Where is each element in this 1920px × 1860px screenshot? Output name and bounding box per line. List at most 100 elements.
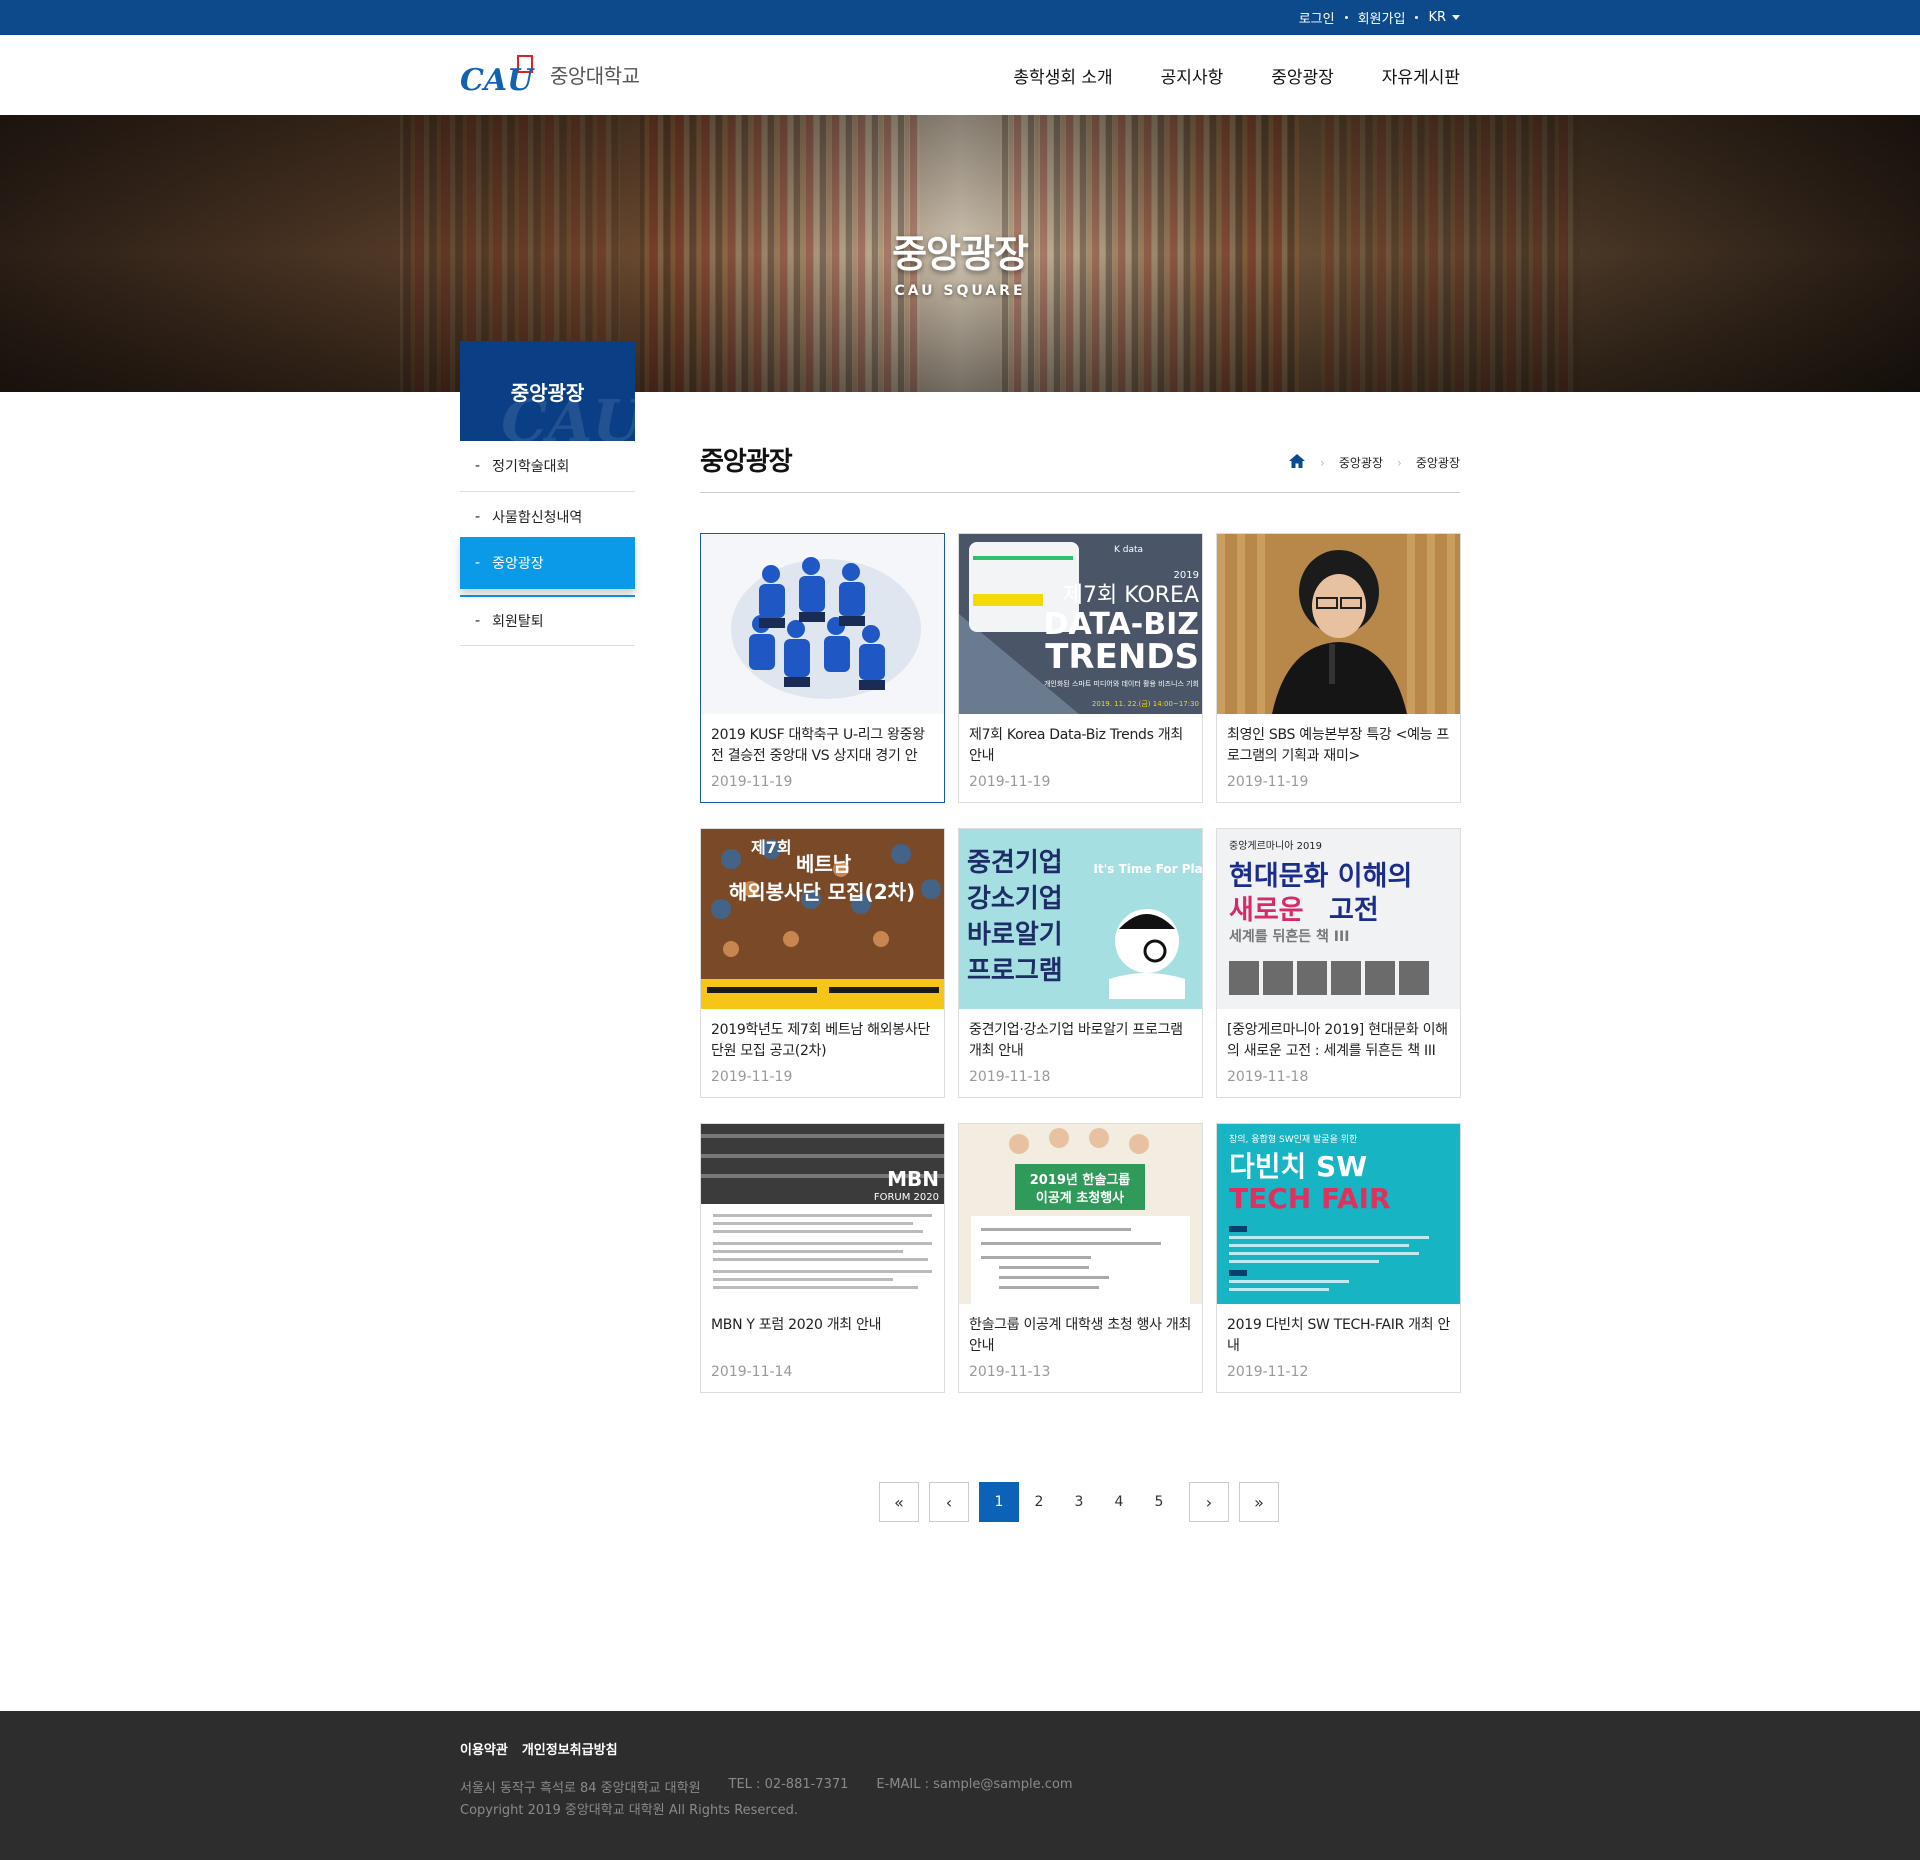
card-date: 2019-11-19: [711, 1069, 793, 1085]
poster-num: 제7회: [751, 838, 792, 857]
poster-brand: MBN: [887, 1167, 939, 1191]
utility-links: 로그인 회원가입 KR: [1299, 0, 1460, 35]
germania-lecture-poster: 중앙게르마니아 2019 현대문화 이해의 새로운 고전 세계를 뒤흔든 책 I…: [1217, 829, 1460, 1009]
poster-line3: TRENDS: [1045, 637, 1199, 677]
gallery-card[interactable]: 중앙게르마니아 2019 현대문화 이해의 새로운 고전 세계를 뒤흔든 책 I…: [1216, 828, 1461, 1098]
card-title: 2019학년도 제7회 베트남 해외봉사단 단원 모집 공고(2차): [711, 1022, 931, 1059]
poster-top: 중앙게르마니아 2019: [1229, 840, 1322, 852]
site-logo[interactable]: CAU 중앙대학교: [460, 51, 640, 98]
footer-email: E-MAIL : sample@sample.com: [876, 1777, 1073, 1792]
page-number[interactable]: 3: [1059, 1482, 1099, 1522]
soccer-team-image: [701, 534, 944, 714]
page-title: 중앙광장: [700, 447, 793, 477]
svg-text:CAU: CAU: [460, 63, 535, 98]
gallery-card[interactable]: MBN FORUM 2020 MBN Y 포럼 2020 개최 안내 2019-…: [700, 1123, 945, 1393]
card-title: 2019 KUSF 대학축구 U-리그 왕중왕전 결승전 중앙대 VS 상지대 …: [711, 727, 925, 764]
page-number[interactable]: 2: [1019, 1482, 1059, 1522]
poster-line: 바로알기: [967, 920, 1063, 950]
double-chevron-left-icon: «: [894, 1492, 904, 1512]
card-thumbnail: 2019년 한솔그룹 이공계 초청행사: [959, 1124, 1202, 1304]
sidebar-item-locker-application[interactable]: - 사물함신청내역: [460, 492, 635, 543]
poster-line1: 현대문화 이해의: [1229, 861, 1412, 892]
footer-contact: 서울시 동작구 흑석로 84 중앙대학교 대학원 TEL : 02-881-73…: [460, 1777, 1073, 1796]
sidebar-item-label: 사물함신청내역: [492, 510, 583, 526]
sidebar-item-label: 중앙광장: [492, 556, 544, 572]
breadcrumb: › 중앙광장 › 중앙광장: [1288, 453, 1460, 472]
hansol-event-poster: 2019년 한솔그룹 이공계 초청행사: [959, 1124, 1202, 1304]
poster-line2: 해외봉사단 모집(2차): [729, 880, 915, 904]
privacy-link[interactable]: 개인정보취급방침: [522, 1739, 618, 1758]
poster-line1: 제7회 KOREA: [1063, 583, 1199, 608]
card-title: 2019 다빈치 SW TECH-FAIR 개최 안내: [1227, 1317, 1451, 1354]
join-link[interactable]: 회원가입: [1358, 8, 1406, 27]
chevron-right-icon: ›: [1397, 455, 1402, 470]
sidebar-item-withdraw[interactable]: - 회원탈퇴: [460, 595, 635, 646]
sidebar-item-label: 정기학술대회: [492, 459, 570, 475]
page-number[interactable]: 4: [1099, 1482, 1139, 1522]
gallery-card[interactable]: 최영인 SBS 예능본부장 특강 <예능 프로그램의 기획과 재미> 2019-…: [1216, 533, 1461, 803]
breadcrumb-item[interactable]: 중앙광장: [1339, 454, 1383, 471]
gallery-card[interactable]: K data 2019 제7회 KOREA DATA-BIZ TRENDS 개인…: [958, 533, 1203, 803]
data-biz-trends-poster: K data 2019 제7회 KOREA DATA-BIZ TRENDS 개인…: [959, 534, 1202, 714]
list-dash: -: [475, 613, 481, 629]
list-dash: -: [475, 555, 481, 571]
nav-item-student-council[interactable]: 총학생회 소개: [1013, 63, 1112, 88]
card-thumbnail: 중견기업 강소기업 바로알기 프로그램 It's Time For Plan B: [959, 829, 1202, 1009]
card-title: 한솔그룹 이공계 대학생 초청 행사 개최 안내: [969, 1317, 1192, 1354]
logo-text: 중앙대학교: [550, 63, 640, 88]
first-page-button[interactable]: «: [879, 1482, 919, 1522]
gallery-card[interactable]: 2019 KUSF 대학축구 U-리그 왕중왕전 결승전 중앙대 VS 상지대 …: [700, 533, 945, 803]
nav-item-cau-square[interactable]: 중앙광장: [1271, 63, 1334, 88]
card-thumbnail: [1217, 534, 1460, 714]
chevron-right-icon: ›: [1205, 1492, 1213, 1512]
card-thumbnail: 창의, 융합형 SW인재 발굴을 위한 다빈치 SW TECH FAIR: [1217, 1124, 1460, 1304]
page-number[interactable]: 5: [1139, 1482, 1179, 1522]
chevron-left-icon: ‹: [945, 1492, 953, 1512]
gallery-card[interactable]: 2019년 한솔그룹 이공계 초청행사 한솔그룹 이공계 대학생 초청 행사 개…: [958, 1123, 1203, 1393]
davinci-tech-fair-poster: 창의, 융합형 SW인재 발굴을 위한 다빈치 SW TECH FAIR: [1217, 1124, 1460, 1304]
poster-line2b: 고전: [1329, 895, 1379, 926]
footer-tel: TEL : 02-881-7371: [728, 1777, 849, 1792]
site-footer: 이용약관 개인정보취급방침 서울시 동작구 흑석로 84 중앙대학교 대학원 T…: [0, 1711, 1920, 1860]
last-page-button[interactable]: »: [1239, 1482, 1279, 1522]
breadcrumb-item-current[interactable]: 중앙광장: [1416, 454, 1460, 471]
poster-year: 2019: [1174, 570, 1199, 581]
vietnam-volunteer-poster: 제7회 베트남 해외봉사단 모집(2차): [701, 829, 944, 1009]
sidebar-menu: - 정기학술대회 - 사물함신청내역 - 중앙광장 - 회원탈퇴: [460, 441, 635, 646]
nav-item-notice[interactable]: 공지사항: [1161, 63, 1224, 88]
language-select[interactable]: KR: [1428, 10, 1460, 25]
speaker-photo: [1217, 534, 1460, 714]
card-date: 2019-11-14: [711, 1364, 793, 1380]
gallery-card[interactable]: 창의, 융합형 SW인재 발굴을 위한 다빈치 SW TECH FAIR 201…: [1216, 1123, 1461, 1393]
list-dash: -: [475, 509, 481, 525]
sidebar-item-label: 회원탈퇴: [492, 614, 544, 630]
gallery-card[interactable]: 중견기업 강소기업 바로알기 프로그램 It's Time For Plan B…: [958, 828, 1203, 1098]
card-date: 2019-11-19: [711, 774, 793, 790]
poster-line: 강소기업: [967, 884, 1063, 914]
home-icon[interactable]: [1288, 453, 1306, 472]
next-page-button[interactable]: ›: [1189, 1482, 1229, 1522]
poster-sub: 개인화된 스마트 미디어와 데이터 활용 비즈니스 기회: [1044, 679, 1199, 688]
login-link[interactable]: 로그인: [1299, 8, 1335, 27]
poster-brand: K data: [1114, 545, 1143, 555]
card-date: 2019-11-19: [1227, 774, 1309, 790]
cau-logo-icon: CAU: [460, 54, 538, 98]
main-nav: 총학생회 소개 공지사항 중앙광장 자유게시판: [1013, 35, 1460, 115]
hero-title: 중앙광장: [892, 232, 1029, 276]
sidebar-item-cau-square[interactable]: - 중앙광장: [460, 537, 635, 589]
sidebar-item-academic-conference[interactable]: - 정기학술대회: [460, 441, 635, 492]
terms-link[interactable]: 이용약관: [460, 1739, 508, 1758]
sidebar-watermark: CAU: [501, 387, 635, 441]
list-dash: -: [475, 458, 481, 474]
hero-banner: 중앙광장 CAU SQUARE: [0, 115, 1920, 392]
poster-tag: It's Time For Plan B: [1093, 862, 1202, 876]
prev-page-button[interactable]: ‹: [929, 1482, 969, 1522]
card-thumbnail: 제7회 베트남 해외봉사단 모집(2차): [701, 829, 944, 1009]
poster-line2a: 새로운: [1229, 895, 1304, 926]
footer-copyright: Copyright 2019 중앙대학교 대학원 All Rights Rese…: [460, 1803, 799, 1818]
page-number-current[interactable]: 1: [979, 1482, 1019, 1522]
footer-address: 서울시 동작구 흑석로 84 중앙대학교 대학원: [460, 1781, 701, 1796]
poster-line: 중견기업: [967, 848, 1063, 878]
nav-item-free-board[interactable]: 자유게시판: [1382, 63, 1460, 88]
gallery-card[interactable]: 제7회 베트남 해외봉사단 모집(2차) 2019학년도 제7회 베트남 해외봉…: [700, 828, 945, 1098]
